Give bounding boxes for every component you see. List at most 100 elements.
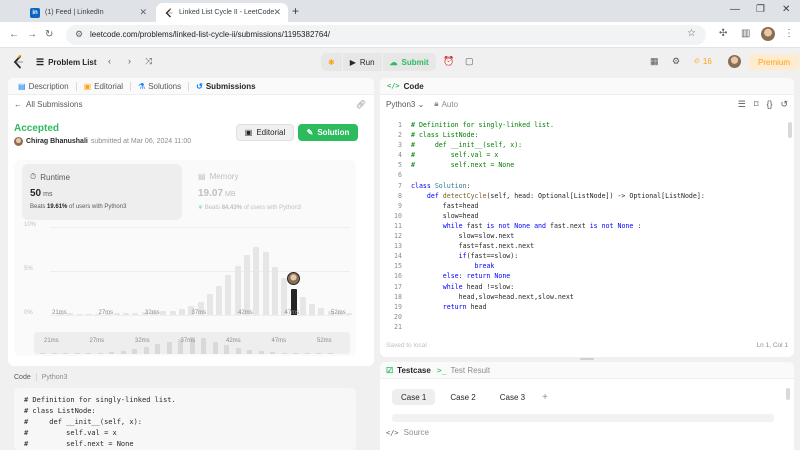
close-tab-icon[interactable]: ✕ (273, 7, 281, 18)
arrow-left-icon: ← (14, 100, 22, 109)
leetcode-logo-icon[interactable] (12, 55, 24, 69)
side-panel-icon[interactable]: ▥ (741, 28, 750, 39)
maximize-icon[interactable]: ❐ (756, 4, 765, 15)
streak-counter[interactable]: 🔥︎ 16 (694, 56, 712, 66)
url-input[interactable]: ⚙ leetcode.com/problems/linked-list-cycl… (66, 25, 706, 45)
minimize-icon[interactable]: — (730, 4, 740, 15)
chart-bar[interactable] (262, 251, 269, 315)
case-1-button[interactable]: Case 1 (392, 389, 436, 405)
timer-icon[interactable]: ⏰ (443, 56, 454, 67)
language-select[interactable]: Python3 ⌄ (386, 100, 424, 109)
case-3-button[interactable]: Case 3 (491, 389, 534, 405)
chart-bar[interactable] (244, 255, 250, 315)
share-link-icon[interactable]: 🔗︎ (356, 100, 366, 109)
site-info-icon[interactable]: ⚙ (75, 29, 83, 40)
submission-status: Accepted (14, 123, 60, 134)
problem-list-button[interactable]: ☰ Problem List (36, 57, 97, 68)
line-number: 13 (394, 242, 402, 251)
code-editor[interactable]: 1 2 3 4 5 6 7 8 9 10 11 12 13 14 15 16 17 18 19 20 21 # Defi… (380, 118, 794, 338)
next-problem-icon[interactable]: › (128, 56, 131, 66)
editorial-button[interactable]: ▣ Editorial (236, 124, 294, 141)
tab-description[interactable]: ▤ Description (14, 82, 73, 91)
chart-bar[interactable] (76, 314, 83, 315)
chart-bar[interactable] (234, 265, 241, 315)
runtime-stat[interactable]: ⏱ Runtime 50 ms Beats 19.61% of users with… (22, 164, 182, 220)
chart-bar[interactable] (318, 307, 325, 315)
settings-icon[interactable]: ⚙ (672, 56, 680, 67)
auto-mode-toggle[interactable]: 🔒︎ Auto (434, 99, 458, 109)
line-number: 3 (398, 141, 402, 150)
back-icon[interactable]: ← (9, 29, 19, 40)
user-avatar[interactable] (728, 55, 741, 68)
chart-bar[interactable] (113, 313, 120, 315)
chart-bar[interactable] (132, 313, 139, 315)
testcase-input[interactable] (392, 414, 774, 422)
reload-icon[interactable]: ↻ (45, 29, 53, 40)
line-number: 14 (394, 252, 402, 261)
add-case-icon[interactable]: + (542, 392, 548, 403)
tab-editorial[interactable]: ▣ Editorial (80, 82, 127, 91)
chart-bar[interactable] (299, 297, 306, 315)
tab-test-result[interactable]: >_ Test Result (437, 366, 490, 375)
shuffle-icon[interactable]: ⤨ (145, 56, 152, 67)
chart-bar[interactable] (123, 313, 130, 315)
chart-bar[interactable] (225, 275, 232, 315)
premium-button[interactable]: Premium (749, 54, 800, 70)
minimap-bar (155, 344, 160, 354)
minimap-label: 27ms (89, 338, 105, 344)
extensions-icon[interactable]: ✣ (719, 28, 727, 39)
line-number: 9 (398, 201, 402, 210)
notes-icon[interactable]: ▢ (465, 56, 474, 67)
author-name[interactable]: Chirag Bhanushali (26, 138, 88, 145)
tab-label: Editorial (94, 81, 124, 91)
solution-button[interactable]: ✎ Solution (298, 124, 358, 141)
browser-profile-avatar[interactable] (761, 27, 775, 41)
close-tab-icon[interactable]: ✕ (139, 7, 147, 18)
tab-submissions[interactable]: ↺ Submissions (192, 82, 260, 91)
chart-bar[interactable] (178, 308, 185, 315)
chart-bar[interactable] (160, 311, 167, 315)
forward-icon[interactable]: → (27, 29, 37, 40)
chart-range-slider[interactable]: 21ms 27ms 32ms 37ms 42ms 47ms 52ms (34, 332, 350, 354)
chart-bar[interactable] (346, 313, 353, 315)
new-tab-icon[interactable]: + (292, 4, 299, 18)
format-icon[interactable]: ☰ (738, 99, 746, 110)
chart-bar[interactable] (206, 293, 213, 315)
chart-bar[interactable] (67, 313, 74, 315)
browser-tab-linkedin[interactable]: in (1) Feed | LinkedIn ✕ (22, 3, 154, 22)
editor-scrollbar[interactable] (788, 122, 792, 138)
memory-stat[interactable]: ▤ Memory 19.07 MB ❦ Beats 84.43% of users … (190, 164, 350, 220)
panel-resize-handle[interactable] (580, 358, 594, 360)
code-content[interactable]: # Definition for singly-linked list. # cl… (411, 120, 705, 332)
chart-bar[interactable] (253, 247, 260, 315)
debug-button[interactable]: ✱ (321, 53, 342, 71)
run-button[interactable]: ▶ Run (343, 53, 382, 71)
bookmark-icon[interactable]: ⌑ (754, 99, 759, 110)
submit-button[interactable]: ☁ Submit (383, 53, 436, 71)
my-submission-marker[interactable] (287, 272, 300, 286)
browser-tab-leetcode[interactable]: Linked List Cycle II - LeetCode ✕ (156, 3, 288, 22)
tab-solutions[interactable]: ⚗ Solutions (134, 82, 185, 91)
case-2-button[interactable]: Case 2 (441, 389, 484, 405)
source-toggle[interactable]: </> Source (386, 428, 429, 437)
x-tick-label: 52ms (331, 310, 346, 316)
tab-testcase[interactable]: ☑ Testcase (386, 366, 431, 375)
close-window-icon[interactable]: ✕ (782, 4, 790, 15)
reset-icon[interactable]: ↺ (780, 99, 788, 110)
line-number: 4 (398, 151, 402, 160)
all-submissions-link[interactable]: ← All Submissions (14, 100, 82, 109)
testcase-scrollbar[interactable] (786, 388, 790, 400)
tab-code[interactable]: Code (404, 82, 424, 91)
chart-bar[interactable] (216, 285, 223, 315)
prev-problem-icon[interactable]: ‹ (108, 56, 111, 66)
bookmark-star-icon[interactable]: ☆ (687, 28, 696, 39)
chart-bar[interactable] (271, 267, 278, 315)
chart-bar[interactable] (309, 303, 316, 315)
layout-icon[interactable]: ▦ (650, 56, 659, 67)
line-number: 20 (394, 312, 402, 321)
chart-bar[interactable] (85, 314, 92, 315)
braces-icon[interactable]: {} (766, 99, 772, 110)
browser-menu-icon[interactable]: ⋮ (784, 28, 794, 39)
chart-bar[interactable] (169, 310, 176, 315)
